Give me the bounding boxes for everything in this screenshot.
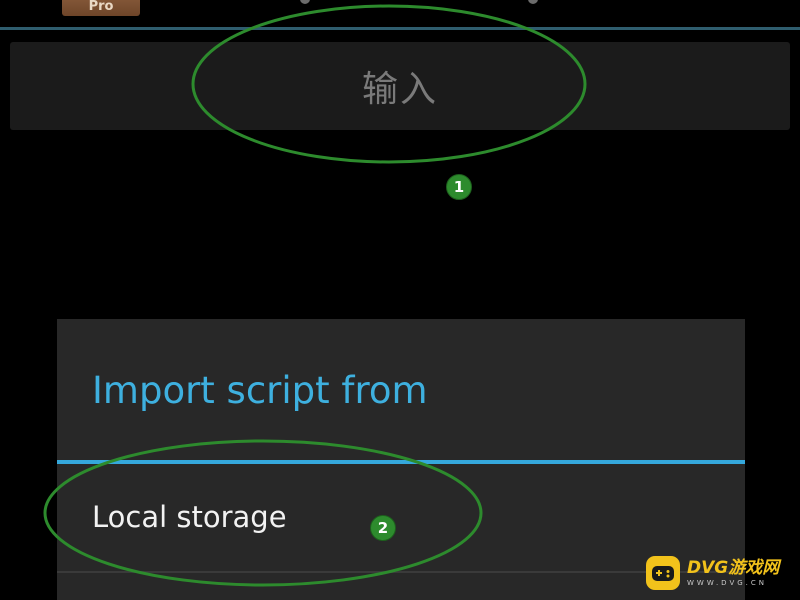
watermark-text: DVG游戏网 [687,557,780,578]
dialog-item-local-storage[interactable]: Local storage [57,464,745,574]
annotation-marker-1: 1 [446,174,472,200]
gamepad-logo-icon [646,556,680,590]
watermark: DVG游戏网 WWW.DVG.CN [646,550,796,596]
input-button[interactable]: 输入 [10,42,790,130]
dialog-item-divider [57,571,745,573]
top-divider [0,27,800,30]
input-button-label: 输入 [361,69,438,110]
status-glyph-icon [300,0,310,4]
dialog-item-label: Local storage [92,500,287,534]
status-glyph-icon [528,0,538,4]
annotation-marker-label: 1 [453,178,465,196]
app-icon-label: Pro [88,0,114,14]
dialog-title: Import script from [92,369,428,412]
annotation-marker-2: 2 [370,515,396,541]
screen: Pro 输入 Import script from Local storage … [0,0,800,600]
app-icon[interactable]: Pro [62,0,140,16]
watermark-subtext: WWW.DVG.CN [687,578,768,587]
annotation-marker-label: 2 [377,519,389,537]
import-script-dialog: Import script from Local storage [57,319,745,600]
